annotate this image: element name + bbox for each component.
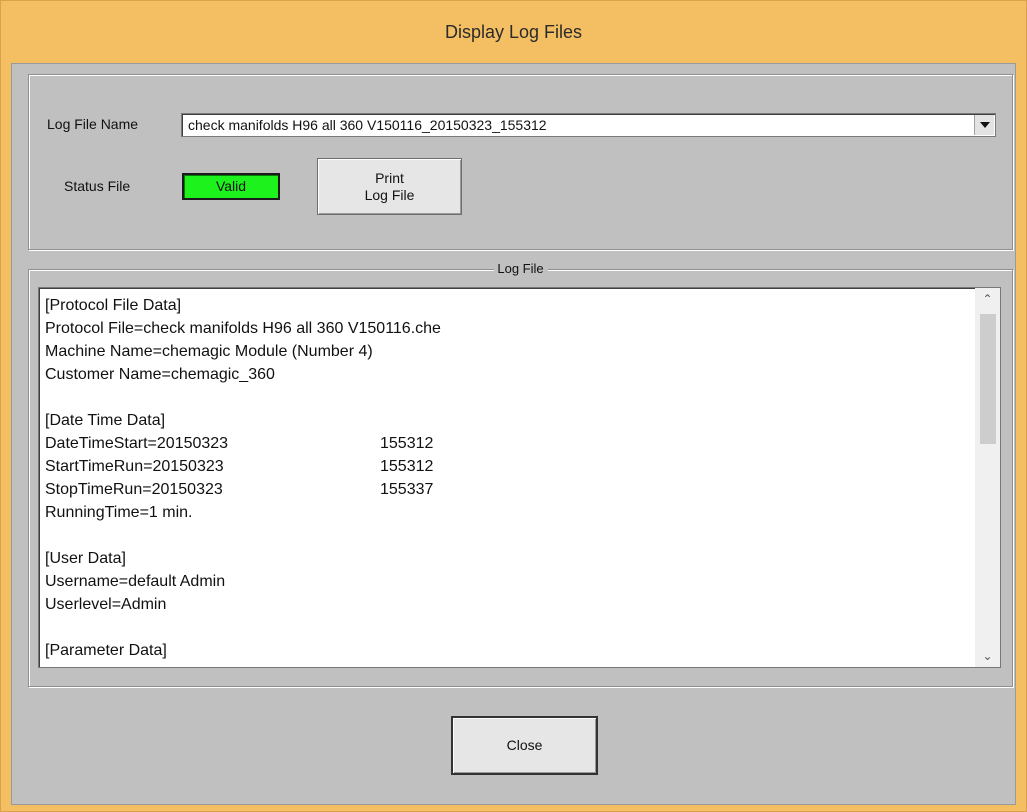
log-line: [Parameter Data]: [45, 639, 970, 662]
log-file-name-value: check manifolds H96 all 360 V150116_2015…: [188, 117, 547, 133]
log-file-name-label: Log File Name: [47, 116, 139, 132]
log-line-time: 155337: [380, 481, 434, 498]
print-button-line1: Print: [375, 169, 404, 186]
log-line: Protocol File=check manifolds H96 all 36…: [45, 317, 970, 340]
close-button[interactable]: Close: [451, 716, 598, 775]
log-line-text: Username=default Admin: [45, 573, 226, 590]
status-file-label: Status File: [64, 178, 131, 194]
window-title: Display Log Files: [444, 21, 583, 42]
log-line: Machine Name=chemagic Module (Number 4): [45, 340, 970, 363]
log-line-text: [Parameter Data]: [45, 642, 167, 659]
log-line-text: StartTimeRun=20150323: [45, 458, 224, 475]
log-line-text: DateTimeStart=20150323: [45, 435, 229, 452]
log-line: RunningTime=1 min.: [45, 501, 970, 524]
file-selection-group: [28, 74, 1013, 250]
log-line-text: Userlevel=Admin: [45, 596, 167, 613]
log-line: [Protocol File Data]: [45, 294, 970, 317]
log-line: StopTimeRun=20150323 155337: [45, 478, 970, 501]
dropdown-arrow-button[interactable]: [974, 115, 994, 135]
chevron-down-icon: [979, 122, 990, 128]
log-line-text: [Protocol File Data]: [45, 297, 182, 314]
status-file-indicator: Valid: [182, 173, 280, 200]
print-log-file-button[interactable]: Print Log File: [317, 158, 462, 215]
log-line: StartTimeRun=20150323 155312: [45, 455, 970, 478]
log-line-text: StopTimeRun=20150323: [45, 481, 223, 498]
log-line-text: Customer Name=chemagic_360: [45, 366, 275, 383]
scrollbar-thumb[interactable]: [980, 314, 996, 444]
log-line: Username=default Admin: [45, 570, 970, 593]
log-line: Userlevel=Admin: [45, 593, 970, 616]
log-file-content: [Protocol File Data] Protocol File=check …: [45, 294, 970, 662]
print-button-line2: Log File: [364, 186, 415, 203]
vertical-scrollbar[interactable]: ⌃ ⌄: [975, 288, 1000, 667]
log-line-text: [User Data]: [45, 550, 126, 567]
scroll-up-icon[interactable]: ⌃: [975, 288, 1000, 310]
log-line: DateTimeStart=20150323 155312: [45, 432, 970, 455]
log-file-name-combobox[interactable]: check manifolds H96 all 360 V150116_2015…: [181, 113, 996, 137]
log-line-text: Machine Name=chemagic Module (Number 4): [45, 343, 373, 360]
log-line-time: 155312: [380, 458, 434, 475]
log-line: [User Data]: [45, 547, 970, 570]
log-line: Customer Name=chemagic_360: [45, 363, 970, 386]
log-file-textarea[interactable]: [Protocol File Data] Protocol File=check …: [38, 287, 1001, 668]
display-log-files-window: Display Log Files Log File Name check ma…: [0, 0, 1027, 812]
log-line-text: Protocol File=check manifolds H96 all 36…: [45, 320, 441, 337]
log-line-text: [Date Time Data]: [45, 412, 166, 429]
log-line-time: 155312: [380, 435, 434, 452]
log-line-text: RunningTime=1 min.: [45, 504, 193, 521]
log-line: [Date Time Data]: [45, 409, 970, 432]
log-file-group-legend: Log File: [493, 261, 548, 276]
scroll-down-icon[interactable]: ⌄: [975, 645, 1000, 667]
